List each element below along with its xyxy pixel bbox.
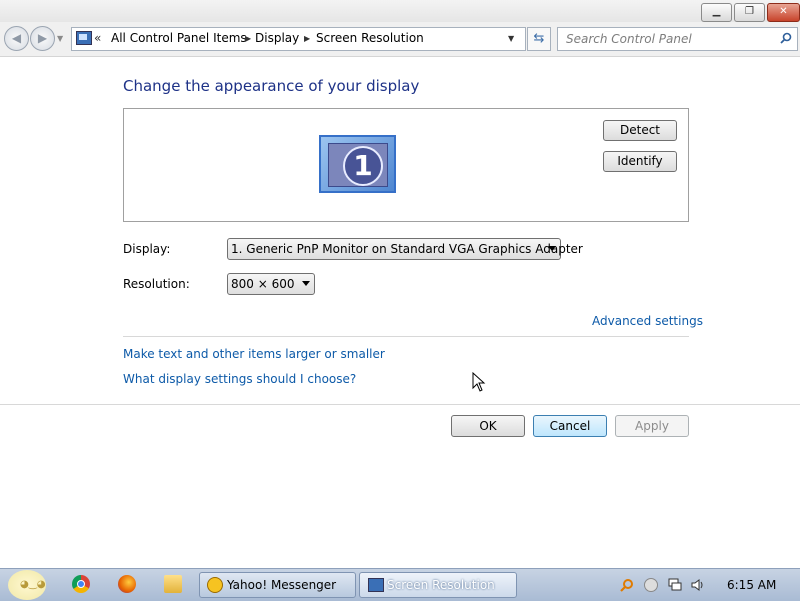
firefox-icon[interactable] xyxy=(118,575,136,593)
folder-icon[interactable] xyxy=(164,575,182,593)
screen-resolution-icon xyxy=(368,578,384,592)
detect-button[interactable]: Detect xyxy=(603,120,677,141)
yahoo-icon xyxy=(207,577,223,593)
taskbar: ◕‿◕ Yahoo! Messenger Screen Resolution 6… xyxy=(0,568,800,601)
monitor-number: 1 xyxy=(343,146,383,186)
taskbar-item-label: Screen Resolution xyxy=(387,578,495,592)
search-box[interactable] xyxy=(557,27,798,51)
page-title: Change the appearance of your display xyxy=(123,77,420,95)
recent-pages-dropdown-icon[interactable]: ▼ xyxy=(57,34,63,43)
monitor-icon[interactable]: 1 xyxy=(319,135,396,193)
taskbar-item-label: Yahoo! Messenger xyxy=(227,578,337,592)
refresh-icon: ⇆ xyxy=(533,31,545,46)
resolution-select-value: 800 × 600 xyxy=(231,277,295,291)
yahoo-tray-icon[interactable] xyxy=(644,578,658,592)
navigation-bar: ◀ ▶ ▼ « All Control Panel Items ▶ Displa… xyxy=(0,22,800,57)
monitor-screen: 1 xyxy=(328,143,388,187)
start-orb-icon: ◕‿◕ xyxy=(20,579,46,590)
display-settings-help-link[interactable]: What display settings should I choose? xyxy=(123,372,356,386)
breadcrumb-all-control-panel-items[interactable]: All Control Panel Items xyxy=(111,31,247,45)
close-button[interactable]: ✕ xyxy=(767,3,800,22)
search-icon[interactable] xyxy=(780,32,792,44)
divider xyxy=(123,336,689,337)
search-input[interactable] xyxy=(558,28,776,50)
chevron-down-icon xyxy=(302,281,310,286)
breadcrumb-separator-icon[interactable]: ▶ xyxy=(245,34,251,43)
address-chevron[interactable]: « xyxy=(94,31,101,45)
taskbar-item-screen-resolution[interactable]: Screen Resolution xyxy=(359,572,517,598)
back-button[interactable]: ◀ xyxy=(4,26,29,51)
maximize-button[interactable]: ❐ xyxy=(734,3,765,22)
display-label: Display: xyxy=(123,242,171,256)
identify-button[interactable]: Identify xyxy=(603,151,677,172)
resolution-label: Resolution: xyxy=(123,277,190,291)
search-tray-icon[interactable] xyxy=(620,578,634,592)
back-icon: ◀ xyxy=(11,31,22,45)
chevron-down-icon xyxy=(548,246,556,251)
resolution-select[interactable]: 800 × 600 xyxy=(227,273,315,295)
title-bar: ▁ ❐ ✕ xyxy=(0,0,800,22)
monitor-arrangement-panel: 1 Detect Identify xyxy=(123,108,689,222)
refresh-button[interactable]: ⇆ xyxy=(527,27,551,51)
mouse-cursor-icon xyxy=(472,372,486,392)
volume-icon[interactable] xyxy=(691,578,705,592)
breadcrumb-screen-resolution[interactable]: Screen Resolution xyxy=(316,31,424,45)
display-select[interactable]: 1. Generic PnP Monitor on Standard VGA G… xyxy=(227,238,583,260)
ok-button[interactable]: OK xyxy=(451,415,525,437)
divider xyxy=(0,404,800,405)
network-icon[interactable] xyxy=(668,578,682,592)
breadcrumb-display[interactable]: Display xyxy=(255,31,299,45)
chrome-icon[interactable] xyxy=(72,575,90,593)
apply-button: Apply xyxy=(615,415,689,437)
address-dropdown-icon[interactable]: ▼ xyxy=(508,34,514,43)
start-button[interactable]: ◕‿◕ xyxy=(8,570,46,600)
breadcrumb-separator-icon[interactable]: ▶ xyxy=(304,34,310,43)
cancel-button[interactable]: Cancel xyxy=(533,415,607,437)
display-select-value: 1. Generic PnP Monitor on Standard VGA G… xyxy=(231,242,583,256)
address-bar[interactable]: « All Control Panel Items ▶ Display ▶ Sc… xyxy=(71,27,526,51)
minimize-button[interactable]: ▁ xyxy=(701,3,732,22)
advanced-settings-link[interactable]: Advanced settings xyxy=(592,314,703,328)
control-panel-icon xyxy=(76,31,92,45)
forward-button[interactable]: ▶ xyxy=(30,26,55,51)
forward-icon: ▶ xyxy=(37,31,48,45)
system-clock[interactable]: 6:15 AM xyxy=(727,578,776,592)
taskbar-item-yahoo-messenger[interactable]: Yahoo! Messenger xyxy=(199,572,356,598)
text-size-link[interactable]: Make text and other items larger or smal… xyxy=(123,347,385,361)
